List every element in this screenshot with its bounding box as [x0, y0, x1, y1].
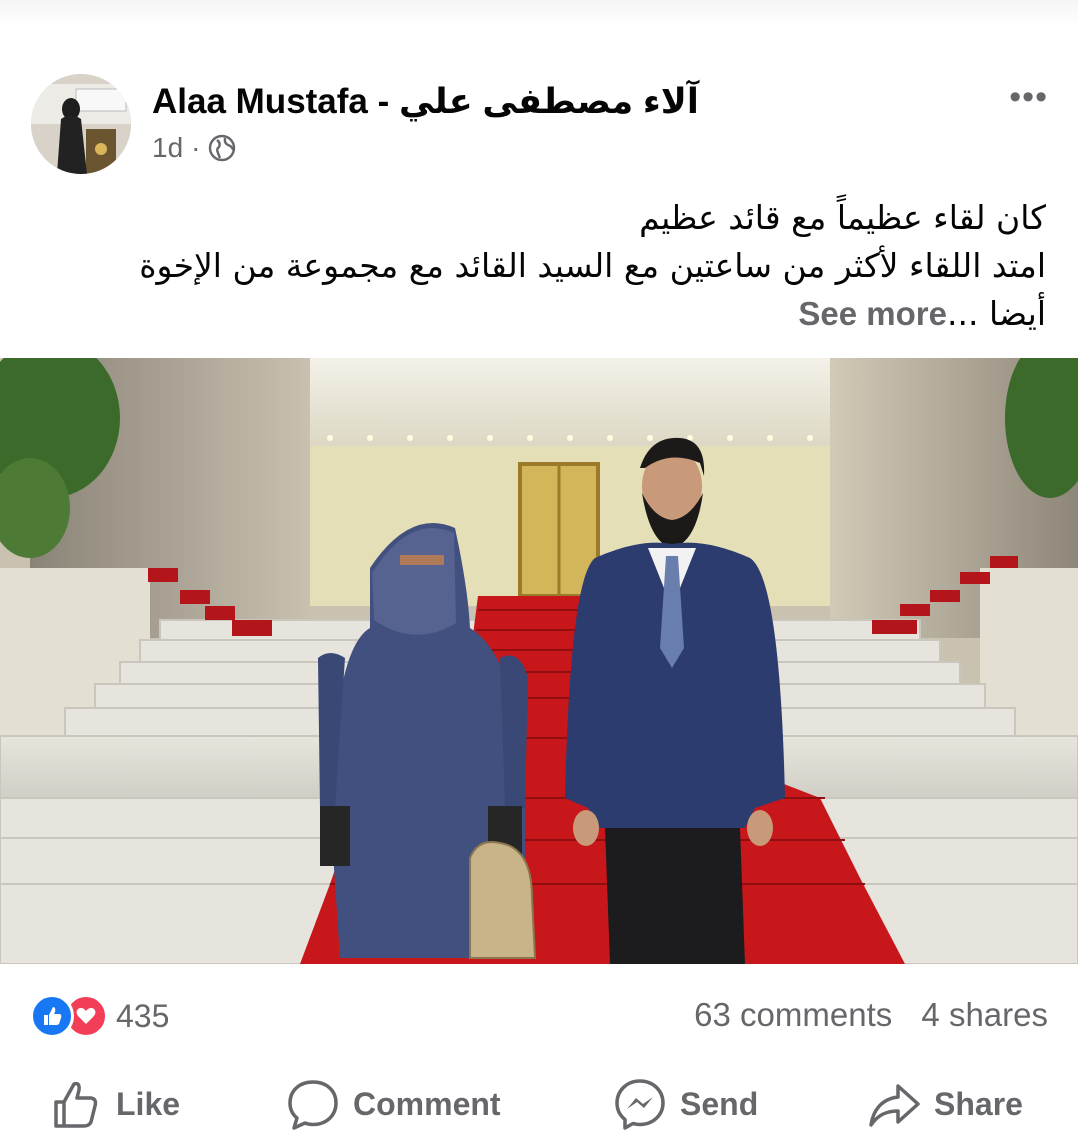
share-label: Share — [934, 1085, 1023, 1122]
thumbs-up-icon — [54, 1081, 98, 1128]
like-icon — [30, 994, 74, 1038]
post-action-bar: Like Comment Send Share — [0, 1072, 1078, 1138]
reactions-count: 435 — [116, 997, 170, 1034]
comments-count-link[interactable]: 63 comments — [694, 996, 892, 1033]
post-text-line-3: أيضا ...See more — [36, 290, 1046, 338]
send-label: Send — [680, 1085, 759, 1122]
top-divider — [0, 0, 1078, 26]
post-time[interactable]: 1d — [152, 132, 183, 164]
share-arrow-icon — [869, 1084, 920, 1127]
comment-bubble-icon — [288, 1080, 338, 1130]
post-photo[interactable] — [0, 358, 1078, 964]
avatar-image — [31, 74, 131, 174]
post-text: كان لقاء عظيماً مع قائد عظيم امتد اللقاء… — [36, 194, 1046, 338]
post-text-line-3-text: أيضا ... — [947, 294, 1046, 333]
post-text-line-1: كان لقاء عظيماً مع قائد عظيم — [639, 198, 1046, 237]
see-more-link[interactable]: See more — [798, 295, 947, 332]
reactions-summary[interactable]: 435 — [30, 994, 169, 1038]
comment-label: Comment — [353, 1085, 501, 1122]
send-button[interactable]: Send — [614, 1078, 758, 1130]
shares-count-link[interactable]: 4 shares — [921, 996, 1048, 1033]
more-options-button[interactable]: ••• — [1009, 80, 1048, 114]
engagement-stats: 63 comments 4 shares — [694, 996, 1048, 1034]
like-button[interactable]: Like — [50, 1078, 180, 1130]
author-name[interactable]: Alaa Mustafa - آلاء مصطفى علي — [152, 82, 699, 122]
post-text-line-2: امتد اللقاء لأكثر من ساعتين مع السيد الق… — [139, 246, 1046, 285]
globe-icon[interactable] — [208, 134, 236, 162]
like-label: Like — [116, 1085, 181, 1122]
share-button[interactable]: Share — [868, 1078, 1023, 1130]
author-avatar[interactable] — [31, 74, 131, 174]
comment-button[interactable]: Comment — [287, 1078, 501, 1130]
photo-image — [0, 358, 1078, 964]
post-meta: 1d · — [152, 132, 236, 164]
meta-separator: · — [191, 132, 201, 163]
messenger-icon — [615, 1079, 665, 1130]
